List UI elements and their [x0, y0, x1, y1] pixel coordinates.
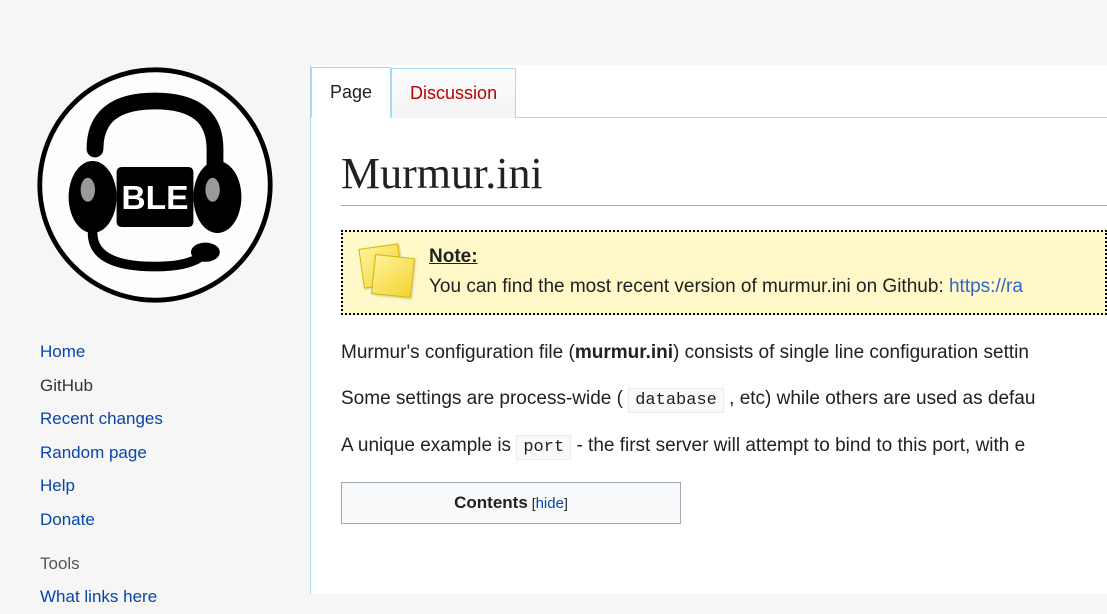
tab-discussion[interactable]: Discussion: [391, 68, 516, 118]
paragraph-1: Murmur's configuration file (murmur.ini)…: [341, 339, 1107, 368]
tools-item-what-links-here[interactable]: What links here: [40, 580, 310, 614]
page-title: Murmur.ini: [341, 148, 1107, 206]
note-body: You can find the most recent version of …: [429, 276, 949, 297]
code-database: database: [628, 388, 724, 413]
nav-item-github[interactable]: GitHub: [40, 369, 310, 403]
svg-text:BLE: BLE: [121, 180, 188, 217]
nav-item-recent-changes[interactable]: Recent changes: [40, 402, 310, 436]
tools-list: What links here: [0, 580, 310, 614]
tab-page[interactable]: Page: [311, 67, 391, 118]
tools-heading: Tools: [0, 536, 310, 580]
paragraph-2: Some settings are process-wide ( databas…: [341, 385, 1107, 414]
code-port: port: [516, 435, 571, 460]
toc-toggle[interactable]: hide: [536, 495, 564, 512]
sidebar: BLE Home GitHub Recent changes Random pa…: [0, 65, 310, 614]
mumble-logo[interactable]: BLE: [35, 65, 275, 305]
sticky-note-icon: [357, 242, 413, 298]
note-box: Note: You can find the most recent versi…: [341, 230, 1107, 315]
nav-item-help[interactable]: Help: [40, 469, 310, 503]
note-text: Note: You can find the most recent versi…: [429, 242, 1023, 303]
page-tabs: Page Discussion: [311, 65, 1107, 117]
toc-title: Contents: [454, 493, 528, 512]
nav-item-random-page[interactable]: Random page: [40, 436, 310, 470]
nav-item-donate[interactable]: Donate: [40, 503, 310, 537]
nav-list: Home GitHub Recent changes Random page H…: [0, 335, 310, 536]
note-link[interactable]: https://ra: [949, 276, 1023, 297]
content-body: Murmur.ini Note: You can find the most r…: [311, 117, 1107, 524]
nav-item-home[interactable]: Home: [40, 335, 310, 369]
toc-box: Contents [hide]: [341, 482, 681, 524]
paragraph-3: A unique example is port - the first ser…: [341, 432, 1107, 461]
note-label: Note:: [429, 246, 478, 267]
content-area: Page Discussion Murmur.ini Note: You can…: [310, 65, 1107, 594]
toc-toggle-wrap: [hide]: [532, 495, 568, 511]
